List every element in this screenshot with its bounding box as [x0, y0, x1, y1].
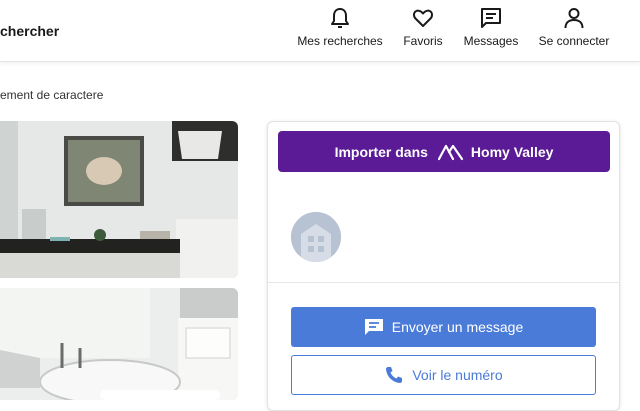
seller-avatar[interactable]: [291, 212, 341, 262]
show-phone-label: Voir le numéro: [412, 367, 503, 383]
phone-icon: [386, 367, 403, 383]
bathroom-photo-illustration: [0, 121, 238, 278]
nav-mes-recherches[interactable]: Mes recherches: [296, 6, 384, 48]
contact-card: Importer dans Homy Valley Envoyer un mes…: [267, 121, 620, 411]
send-message-button[interactable]: Envoyer un message: [291, 307, 596, 347]
message-icon: [364, 319, 383, 335]
nav-label: Favoris: [403, 34, 443, 48]
listing-photo-1[interactable]: [0, 121, 238, 278]
nav-label: Se connecter: [538, 34, 610, 48]
send-message-label: Envoyer un message: [391, 319, 524, 335]
nav-se-connecter[interactable]: Se connecter: [536, 6, 612, 48]
homy-valley-logo-icon: [437, 144, 464, 160]
site-header: chercher Mes recherches Favoris Messages…: [0, 0, 640, 62]
heart-icon: [413, 9, 433, 27]
bathtub-photo-illustration: [0, 288, 238, 400]
import-brand: Homy Valley: [470, 143, 554, 160]
card-divider: [268, 282, 619, 283]
search-link[interactable]: chercher: [0, 23, 59, 39]
import-label: Importer dans: [334, 143, 428, 160]
nav-label: Messages: [463, 34, 519, 48]
listing-photo-2[interactable]: [0, 288, 238, 400]
import-homy-valley-button[interactable]: Importer dans Homy Valley: [278, 131, 610, 172]
user-icon: [564, 8, 584, 29]
show-phone-button[interactable]: Voir le numéro: [291, 355, 596, 395]
nav-favoris[interactable]: Favoris: [398, 6, 448, 48]
message-icon: [481, 8, 501, 28]
nav-messages[interactable]: Messages: [461, 6, 521, 48]
building-icon: [291, 212, 341, 262]
nav-label: Mes recherches: [297, 34, 383, 48]
breadcrumb[interactable]: ement de caractere: [0, 88, 103, 102]
bell-icon: [331, 8, 349, 28]
